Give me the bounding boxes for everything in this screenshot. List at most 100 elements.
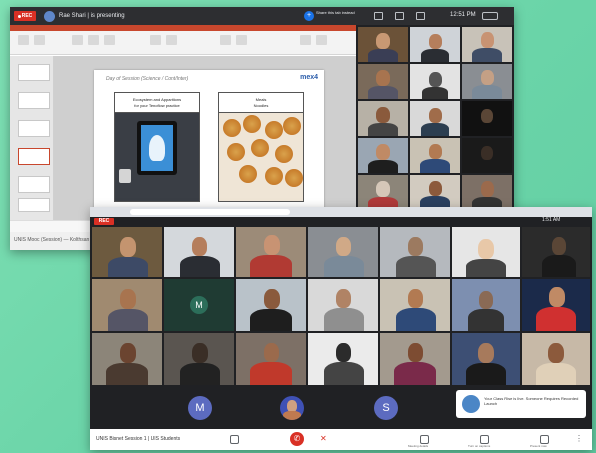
participant-avatar[interactable]: M — [188, 396, 212, 420]
meeting-controls-bar: UNIS Bisnet Session 1 | UIS Students ✆ ✕… — [90, 429, 592, 450]
chat-icon[interactable] — [395, 12, 404, 20]
record-dot-icon — [17, 14, 21, 18]
participant-tile[interactable] — [462, 175, 512, 210]
participant-tile[interactable] — [358, 64, 408, 99]
food-photo — [219, 113, 303, 201]
meeting-top-strip: REC 1:51 AM — [90, 217, 592, 225]
captions-icon[interactable] — [420, 435, 429, 444]
notification-toast[interactable]: Your Class Rise is live. Someone Require… — [456, 390, 586, 418]
slide-thumb[interactable] — [18, 198, 50, 212]
box-right-line2: Noodles — [253, 102, 269, 108]
captions-icon[interactable] — [374, 12, 383, 20]
participant-tile[interactable] — [462, 101, 512, 136]
participant-tile[interactable] — [164, 227, 234, 277]
more-options-icon[interactable]: ⋮ — [575, 435, 584, 444]
slide-thumbnails — [10, 56, 54, 220]
participant-tile[interactable] — [164, 333, 234, 385]
meeting-name: UNIS Bisnet Session 1 | UIS Students — [96, 436, 181, 442]
bold-icon[interactable] — [88, 35, 99, 45]
share-tab-label[interactable]: Share this tab instead — [316, 10, 356, 15]
participant-tile[interactable] — [92, 333, 162, 385]
recording-badge: REC — [94, 217, 114, 225]
participant-tile[interactable] — [308, 227, 378, 277]
participant-tile[interactable] — [522, 227, 590, 277]
replace-icon[interactable] — [316, 35, 327, 45]
participant-tile[interactable] — [92, 279, 162, 331]
ppt-ribbon — [10, 31, 356, 55]
participant-tile[interactable] — [236, 227, 306, 277]
align-icon[interactable] — [166, 35, 177, 45]
font-icon[interactable] — [72, 35, 83, 45]
paragraph-icon[interactable] — [150, 35, 161, 45]
participant-avatar[interactable]: S — [374, 396, 398, 420]
paste-icon[interactable] — [18, 35, 29, 45]
present-now-label[interactable]: Present now — [530, 444, 547, 448]
participant-avatar-photo[interactable] — [280, 396, 304, 420]
participant-tile[interactable] — [462, 138, 512, 173]
participant-tile[interactable] — [410, 27, 460, 62]
find-icon[interactable] — [300, 35, 311, 45]
meeting-details-label[interactable]: Meeting details — [408, 444, 428, 448]
participant-tile[interactable] — [308, 333, 378, 385]
slide-box-tablet: Ecosystem and Apparitions for your Tenof… — [114, 92, 200, 202]
activities-icon[interactable] — [416, 12, 425, 20]
participant-tile[interactable] — [452, 227, 520, 277]
slide-thumb[interactable] — [18, 92, 50, 109]
slide-thumb-selected[interactable] — [18, 148, 50, 165]
turn-captions-label[interactable]: Turn on captions — [468, 444, 490, 448]
people-icon[interactable] — [482, 12, 498, 20]
share-tab-icon[interactable]: + — [304, 11, 314, 21]
participant-tile[interactable] — [410, 175, 460, 210]
meeting-clock: 1:51 AM — [542, 217, 561, 223]
participant-tile[interactable] — [308, 279, 378, 331]
present-icon[interactable] — [540, 435, 549, 444]
shapes-icon[interactable] — [220, 35, 231, 45]
participant-tile[interactable] — [452, 279, 520, 331]
new-slide-icon[interactable] — [34, 35, 45, 45]
presenter-avatar — [44, 10, 55, 22]
participant-tile[interactable] — [452, 333, 520, 385]
participant-tile[interactable] — [92, 227, 162, 277]
participant-tile[interactable] — [410, 138, 460, 173]
meeting-clock: 12:51 PM — [450, 12, 476, 18]
participant-tile[interactable] — [380, 333, 450, 385]
presenting-title: Rae Shari | is presenting — [59, 13, 125, 19]
participant-tile[interactable] — [462, 27, 512, 62]
recording-badge: REC — [14, 11, 36, 21]
slide-thumb[interactable] — [18, 64, 50, 81]
shield-icon[interactable] — [230, 435, 239, 444]
italic-icon[interactable] — [104, 35, 115, 45]
box-left-line2: for your Tenoflow practice — [134, 102, 180, 108]
participant-tile[interactable] — [410, 64, 460, 99]
address-bar[interactable] — [130, 209, 290, 215]
participant-tile[interactable] — [358, 101, 408, 136]
meeting-title-bar: REC Rae Shari | is presenting + Share th… — [10, 7, 514, 25]
participant-tile[interactable] — [380, 227, 450, 277]
end-call-button[interactable]: ✆ — [290, 432, 304, 446]
participant-tile[interactable] — [410, 101, 460, 136]
participant-tile[interactable] — [236, 333, 306, 385]
participant-tile[interactable] — [358, 175, 408, 210]
participant-tile[interactable] — [358, 27, 408, 62]
participant-tile[interactable] — [358, 138, 408, 173]
slide-box-food: Meals Noodles — [218, 92, 304, 202]
meet-window-gallery: REC 1:51 AM M M S Your Class Rise is liv… — [90, 207, 592, 450]
captions-toggle-icon[interactable] — [480, 435, 489, 444]
slide-logo: mex4 — [300, 74, 318, 81]
browser-toolbar — [90, 207, 592, 217]
mic-off-icon[interactable]: ✕ — [320, 434, 327, 443]
arrange-icon[interactable] — [236, 35, 247, 45]
slide-canvas: Day of Session (Science / Cont/Inter) me… — [54, 56, 356, 220]
tablet-photo — [115, 113, 199, 201]
participant-tile[interactable] — [380, 279, 450, 331]
participant-tile[interactable] — [236, 279, 306, 331]
participant-tile[interactable] — [522, 333, 590, 385]
toast-text: Your Class Rise is live. Someone Require… — [484, 396, 579, 406]
participant-tile[interactable] — [522, 279, 590, 331]
participant-initial: M — [190, 296, 208, 314]
participant-tile[interactable] — [462, 64, 512, 99]
slide-thumb[interactable] — [18, 176, 50, 193]
participant-tile[interactable]: M — [164, 279, 234, 331]
slide-thumb[interactable] — [18, 120, 50, 137]
current-slide[interactable]: Day of Session (Science / Cont/Inter) me… — [94, 70, 324, 210]
